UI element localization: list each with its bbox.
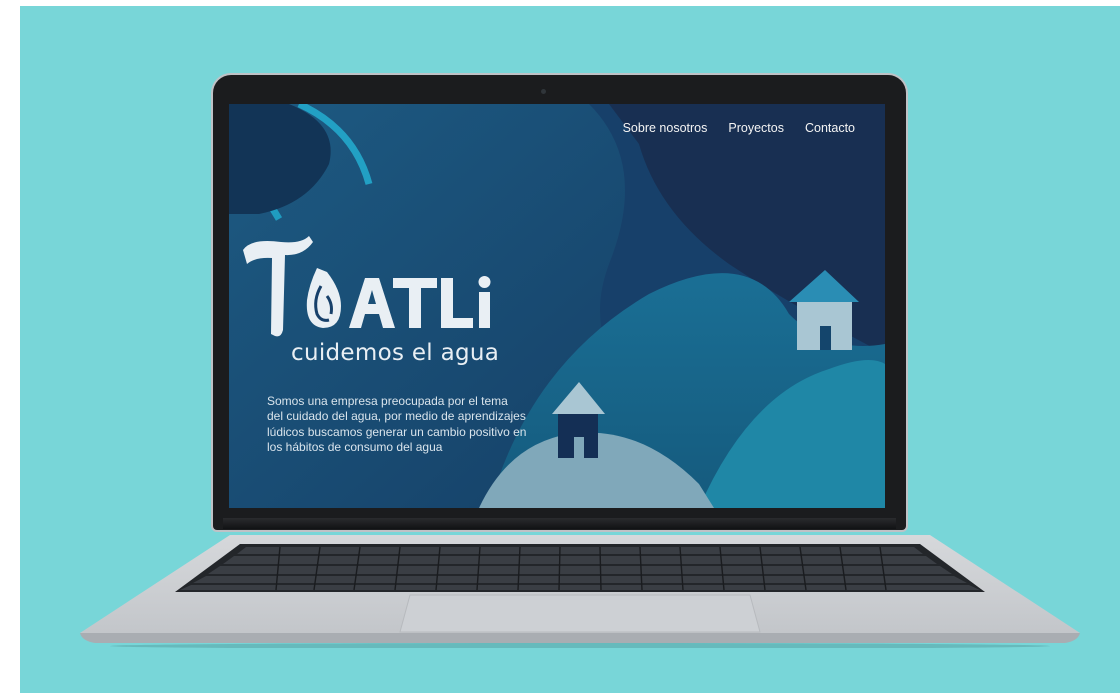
hero-description: Somos una empresa preocupada por el tema…: [267, 394, 527, 455]
tagline: cuidemos el agua: [291, 340, 500, 366]
camera-icon: [541, 89, 546, 94]
laptop-hinge: [223, 518, 896, 529]
water-drop-icon: [306, 268, 341, 328]
trackpad: [399, 594, 761, 633]
toatli-logo: [243, 236, 491, 337]
top-nav: Sobre nosotros Proyectos Contacto: [623, 121, 855, 135]
laptop-base: [80, 535, 1080, 648]
nav-link-sobre-nosotros[interactable]: Sobre nosotros: [623, 121, 708, 135]
nav-link-contacto[interactable]: Contacto: [805, 121, 855, 135]
nav-link-proyectos[interactable]: Proyectos: [728, 121, 784, 135]
website-screen: Sobre nosotros Proyectos Contacto cuidem…: [229, 104, 885, 508]
